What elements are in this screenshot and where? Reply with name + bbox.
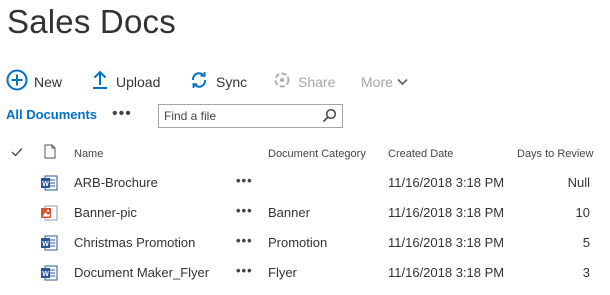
- new-label: New: [34, 74, 63, 90]
- more-label: More: [361, 74, 393, 90]
- upload-arrow-icon: [92, 70, 108, 95]
- plus-circle-icon: [6, 69, 28, 96]
- search-icon[interactable]: [322, 108, 337, 128]
- new-button[interactable]: New: [6, 68, 62, 96]
- list-header: Name Document Category Created Date Days…: [0, 140, 610, 168]
- search-box: [158, 104, 343, 128]
- sync-label: Sync: [216, 74, 248, 90]
- days-to-review: 3: [582, 265, 590, 280]
- svg-text:W: W: [42, 181, 49, 188]
- file-name-link[interactable]: Document Maker_Flyer: [74, 265, 209, 280]
- sync-icon: [190, 71, 208, 94]
- share-label: Share: [298, 74, 336, 90]
- row-ellipsis-menu[interactable]: •••: [236, 233, 253, 248]
- table-row[interactable]: W Document Maker_Flyer ••• Flyer 11/16/2…: [0, 258, 610, 288]
- word-doc-icon: W: [40, 264, 58, 285]
- file-name-link[interactable]: Christmas Promotion: [74, 235, 195, 250]
- days-to-review: Null: [567, 175, 590, 190]
- column-header-days-to-review[interactable]: Days to Review: [517, 148, 593, 160]
- share-button[interactable]: Share: [272, 68, 335, 96]
- sync-button[interactable]: Sync: [190, 68, 247, 96]
- document-category: Promotion: [268, 235, 328, 250]
- view-options-ellipsis[interactable]: •••: [112, 103, 132, 125]
- view-bar: All Documents •••: [6, 103, 606, 128]
- svg-text:W: W: [42, 271, 49, 278]
- created-date: 11/16/2018 3:18 PM: [388, 205, 505, 220]
- column-header-created[interactable]: Created Date: [388, 148, 453, 160]
- created-date: 11/16/2018 3:18 PM: [388, 235, 505, 250]
- document-category: Banner: [268, 205, 310, 220]
- word-doc-icon: W: [40, 234, 58, 255]
- file-name-link[interactable]: ARB-Brochure: [74, 175, 158, 190]
- row-ellipsis-menu[interactable]: •••: [236, 173, 253, 188]
- svg-text:W: W: [42, 241, 49, 248]
- created-date: 11/16/2018 3:18 PM: [388, 265, 505, 280]
- page-title: Sales Docs: [7, 3, 176, 40]
- table-row[interactable]: W Christmas Promotion ••• Promotion 11/1…: [0, 228, 610, 258]
- row-ellipsis-menu[interactable]: •••: [236, 203, 253, 218]
- column-header-category[interactable]: Document Category: [268, 148, 366, 160]
- document-category: Flyer: [268, 265, 297, 280]
- share-icon: [272, 70, 292, 95]
- file-name-link[interactable]: Banner-pic: [74, 205, 137, 220]
- more-button[interactable]: More: [361, 68, 408, 96]
- table-row[interactable]: W ARB-Brochure ••• 11/16/2018 3:18 PM Nu…: [0, 168, 610, 198]
- table-row[interactable]: Banner-pic ••• Banner 11/16/2018 3:18 PM…: [0, 198, 610, 228]
- file-type-header-icon[interactable]: [44, 144, 56, 162]
- search-input[interactable]: [159, 105, 319, 127]
- created-date: 11/16/2018 3:18 PM: [388, 175, 505, 190]
- view-selector-all-documents[interactable]: All Documents: [6, 107, 97, 122]
- upload-label: Upload: [116, 74, 161, 90]
- word-doc-icon: W: [40, 174, 58, 195]
- chevron-down-icon: [397, 73, 408, 91]
- column-header-name[interactable]: Name: [74, 148, 103, 160]
- select-all-check-icon[interactable]: [11, 147, 23, 160]
- days-to-review: 10: [575, 205, 590, 220]
- upload-button[interactable]: Upload: [92, 68, 160, 96]
- image-file-icon: [40, 204, 58, 225]
- row-ellipsis-menu[interactable]: •••: [236, 263, 253, 278]
- days-to-review: 5: [582, 235, 590, 250]
